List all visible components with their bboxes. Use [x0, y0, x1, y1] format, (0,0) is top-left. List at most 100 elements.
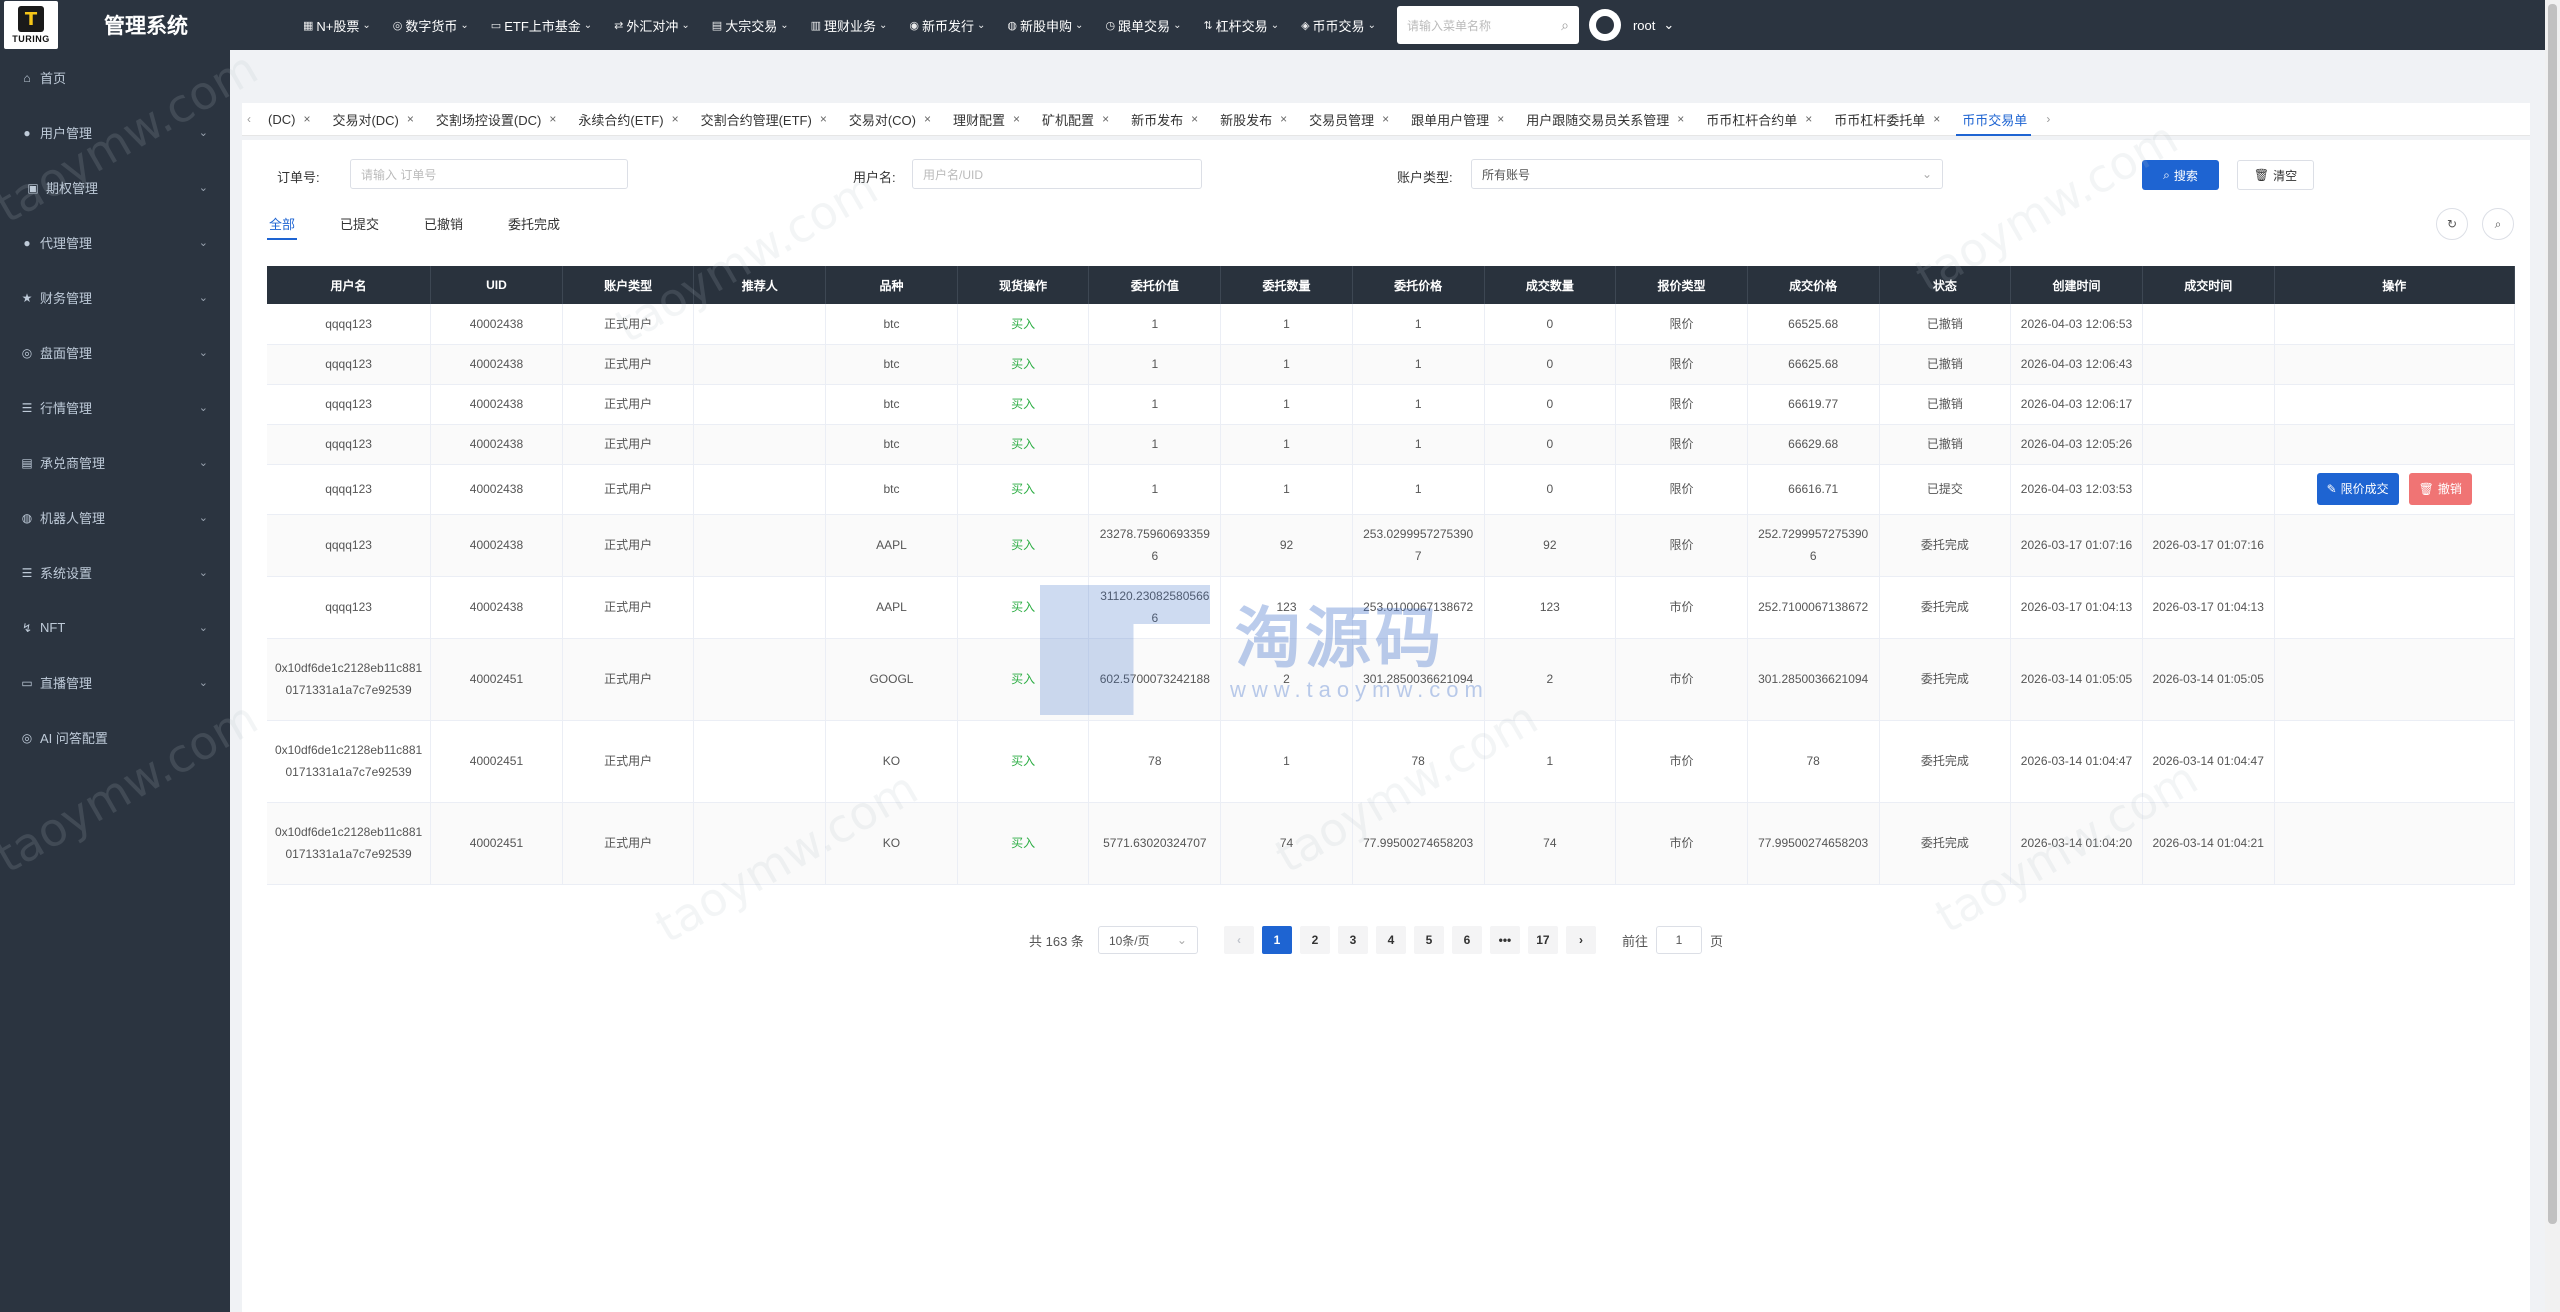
topnav-item[interactable]: ◎ 数字货币 ⌄	[382, 16, 480, 35]
tab[interactable]: 币币杠杆委托单 ×	[1822, 103, 1950, 136]
username-input[interactable]: 用户名/UID	[912, 159, 1202, 189]
close-icon[interactable]: ×	[1191, 112, 1198, 126]
search-button[interactable]: ⌕ 搜索	[2142, 160, 2219, 190]
tab[interactable]: 理财配置 ×	[941, 103, 1030, 136]
sidebar-item[interactable]: ◎ AI 问答配置	[0, 710, 230, 765]
scrollbar-thumb[interactable]	[2548, 4, 2557, 1224]
search-icon[interactable]: ⌕	[1561, 17, 1569, 34]
status-tab[interactable]: 全部	[266, 214, 298, 240]
table-row[interactable]: qqqq123 40002438 正式用户 btc 买入 1 1 1 0 限价 66619.77 已撤…	[267, 384, 2516, 425]
sidebar-item[interactable]: ◍ 机器人管理 ⌄	[0, 490, 230, 545]
topnav-item[interactable]: ◈ 币币交易 ⌄	[1290, 16, 1387, 35]
table-row[interactable]: 0x10df6de1c2128eb11c8810171331a1a7c7e925…	[267, 638, 2516, 721]
close-icon[interactable]: ×	[407, 112, 414, 126]
status-tab[interactable]: 已提交	[340, 214, 379, 240]
close-icon[interactable]: ×	[1677, 112, 1684, 126]
sidebar-item[interactable]: ⌂ 首页	[0, 50, 230, 105]
close-icon[interactable]: ×	[1497, 112, 1504, 126]
page-button[interactable]: 5	[1413, 926, 1444, 954]
tab[interactable]: 矿机配置 ×	[1030, 103, 1119, 136]
tab[interactable]: 交割合约管理(ETF) ×	[689, 103, 837, 136]
reset-button[interactable]: 🗑 清空	[2237, 160, 2314, 190]
close-icon[interactable]: ×	[1013, 112, 1020, 126]
close-icon[interactable]: ×	[820, 112, 827, 126]
tab[interactable]: 交割场控设置(DC) ×	[424, 103, 566, 136]
sidebar-item[interactable]: ☰ 系统设置 ⌄	[0, 545, 230, 600]
table-row[interactable]: qqqq123 40002438 正式用户 btc 买入 1 1 1 0 限价 66616.71 已提…	[267, 464, 2516, 515]
table-cell	[2274, 720, 2516, 803]
table-row[interactable]: qqqq123 40002438 正式用户 AAPL 买入 23278.759606933…	[267, 514, 2516, 577]
sidebar-item[interactable]: ↯ NFT ⌄	[0, 600, 230, 655]
page-size-select[interactable]: 10条/页 ⌄	[1097, 926, 1198, 954]
search-toggle-icon[interactable]: ⌕	[2482, 208, 2514, 240]
page-button[interactable]: 4	[1375, 926, 1406, 954]
sidebar-item[interactable]: ★ 财务管理 ⌄	[0, 270, 230, 325]
tab[interactable]: (DC) ×	[256, 103, 320, 136]
topnav-item[interactable]: ▦ N+股票 ⌄	[292, 16, 382, 35]
sidebar-item[interactable]: ▤ 承兑商管理 ⌄	[0, 435, 230, 490]
close-icon[interactable]: ×	[1102, 112, 1109, 126]
app-logo[interactable]: T TURING	[4, 1, 58, 49]
tab[interactable]: 新股发布 ×	[1208, 103, 1297, 136]
topnav-item[interactable]: ▭ ETF上市基金 ⌄	[480, 16, 603, 35]
topnav-item[interactable]: ◍ 新股申购 ⌄	[996, 16, 1094, 35]
prev-page-button[interactable]: ‹	[1223, 926, 1254, 954]
page-button[interactable]: 1	[1261, 926, 1292, 954]
page-button[interactable]: 2	[1299, 926, 1330, 954]
tab-scroll-left-icon[interactable]: ‹	[242, 112, 256, 126]
page-scrollbar[interactable]	[2545, 0, 2560, 1312]
order-number-input[interactable]: 请输入 订单号	[350, 159, 628, 189]
close-icon[interactable]: ×	[924, 112, 931, 126]
close-icon[interactable]: ×	[672, 112, 679, 126]
page-button[interactable]: 6	[1451, 926, 1482, 954]
tab[interactable]: 币币交易单	[1950, 103, 2037, 136]
table-row[interactable]: 0x10df6de1c2128eb11c8810171331a1a7c7e925…	[267, 720, 2516, 803]
close-icon[interactable]: ×	[1805, 112, 1812, 126]
topnav-item[interactable]: ◉ 新币发行 ⌄	[898, 16, 996, 35]
refresh-icon[interactable]: ↻	[2436, 208, 2468, 240]
tab[interactable]: 跟单用户管理 ×	[1399, 103, 1514, 136]
page-button[interactable]: 3	[1337, 926, 1368, 954]
menu-search-input[interactable]: 请输入菜单名称 ⌕	[1396, 6, 1579, 44]
sidebar-item[interactable]: ◎ 盘面管理 ⌄	[0, 325, 230, 380]
topnav-item[interactable]: ▥ 理财业务 ⌄	[800, 16, 899, 35]
table-row[interactable]: qqqq123 40002438 正式用户 btc 买入 1 1 1 0 限价 66625.68 已撤…	[267, 344, 2516, 385]
topnav-item[interactable]: ▤ 大宗交易 ⌄	[701, 16, 800, 35]
page-button[interactable]: 17	[1527, 926, 1558, 954]
account-type-select[interactable]: 所有账号 ⌄	[1471, 159, 1943, 189]
status-tab[interactable]: 已撤销	[424, 214, 463, 240]
tab[interactable]: 交易员管理 ×	[1297, 103, 1399, 136]
page-button[interactable]: •••	[1489, 926, 1520, 954]
goto-page-input[interactable]: 1	[1655, 926, 1702, 954]
tab[interactable]: 新币发布 ×	[1119, 103, 1208, 136]
table-row[interactable]: qqqq123 40002438 正式用户 btc 买入 1 1 1 0 限价 66525.68 已撤…	[267, 304, 2516, 345]
tab[interactable]: 用户跟随交易员关系管理 ×	[1514, 103, 1694, 136]
table-row[interactable]: qqqq123 40002438 正式用户 btc 买入 1 1 1 0 限价 66629.68 已撤…	[267, 424, 2516, 465]
tab[interactable]: 交易对(CO) ×	[837, 103, 941, 136]
sidebar-item[interactable]: ● 用户管理 ⌄	[0, 105, 230, 160]
tab[interactable]: 永续合约(ETF) ×	[566, 103, 688, 136]
status-tab[interactable]: 委托完成	[508, 214, 560, 240]
close-icon[interactable]: ×	[303, 112, 310, 126]
sidebar-item[interactable]: ☰ 行情管理 ⌄	[0, 380, 230, 435]
sidebar-item[interactable]: ● 代理管理 ⌄	[0, 215, 230, 270]
tab[interactable]: 币币杠杆合约单 ×	[1694, 103, 1822, 136]
limit-fill-button[interactable]: ✎ 限价成交	[2316, 473, 2399, 505]
cancel-order-button[interactable]: 🗑 撤销	[2408, 473, 2472, 505]
sidebar-item[interactable]: ▭ 直播管理 ⌄	[0, 655, 230, 710]
avatar[interactable]	[1588, 9, 1621, 41]
close-icon[interactable]: ×	[1280, 112, 1287, 126]
close-icon[interactable]: ×	[1382, 112, 1389, 126]
user-menu[interactable]: root ⌄	[1633, 17, 1674, 33]
table-row[interactable]: 0x10df6de1c2128eb11c8810171331a1a7c7e925…	[267, 802, 2516, 885]
topnav-item[interactable]: ⇅ 杠杆交易 ⌄	[1192, 16, 1290, 35]
topnav-item[interactable]: ⇄ 外汇对冲 ⌄	[603, 16, 701, 35]
tab-scroll-right-icon[interactable]: ›	[2041, 112, 2055, 126]
topnav-item[interactable]: ◷ 跟单交易 ⌄	[1094, 16, 1192, 35]
sidebar-item[interactable]: ▣ 期权管理 ⌄	[0, 160, 230, 215]
tab[interactable]: 交易对(DC) ×	[320, 103, 423, 136]
table-row[interactable]: qqqq123 40002438 正式用户 AAPL 买入 31120.230825805…	[267, 576, 2516, 639]
close-icon[interactable]: ×	[1933, 112, 1940, 126]
close-icon[interactable]: ×	[549, 112, 556, 126]
next-page-button[interactable]: ›	[1565, 926, 1596, 954]
